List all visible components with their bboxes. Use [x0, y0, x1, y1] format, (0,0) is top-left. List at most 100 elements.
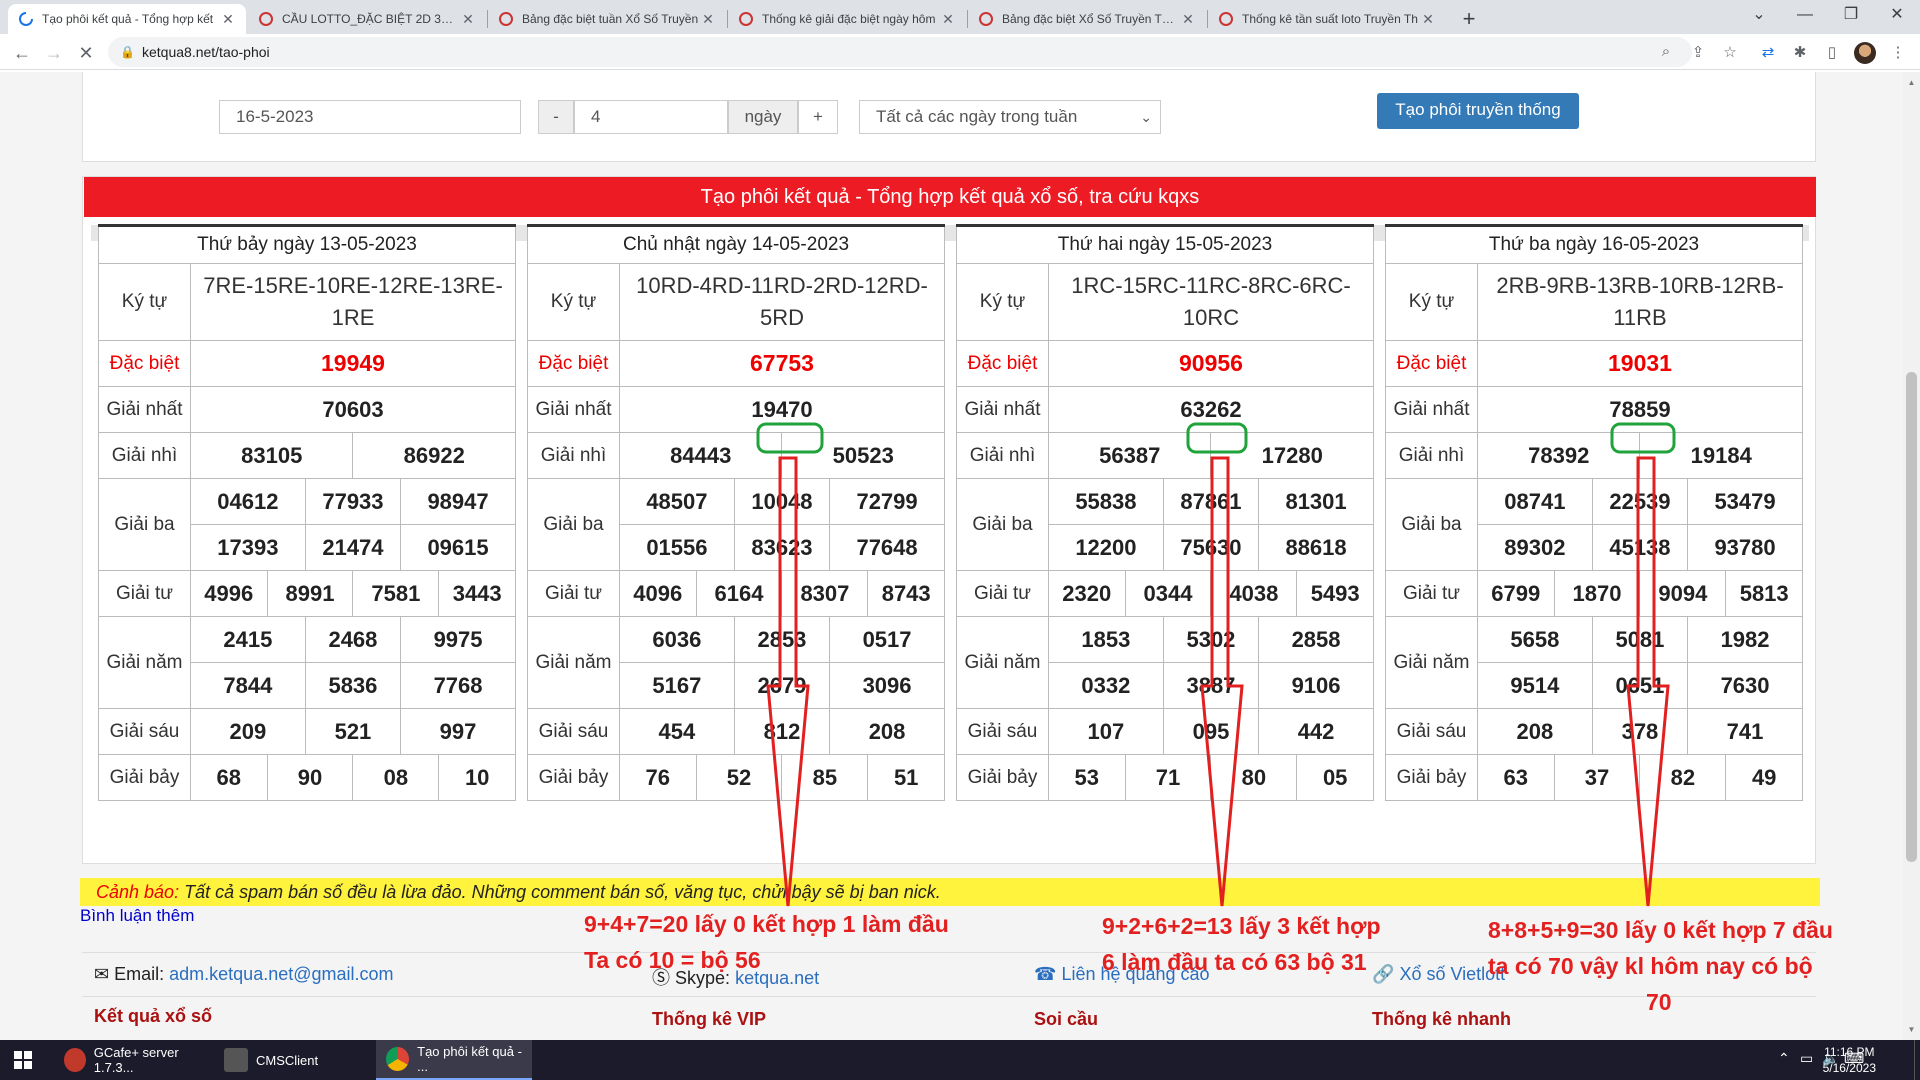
prize-number: 05: [1296, 754, 1374, 801]
network-icon[interactable]: ▭: [1800, 1050, 1813, 1067]
table-row: Đặc biệt 67753: [527, 340, 945, 387]
prize-label: Giải sáu: [98, 708, 191, 755]
prize-number: 84443: [618, 432, 783, 479]
taskbar-item-gcafe[interactable]: GCafe+ server 1.7.3...: [54, 1040, 210, 1080]
prize-number: 5081: [1591, 616, 1689, 663]
close-window-button[interactable]: ✕: [1874, 0, 1920, 34]
annotation-note-3: 8+8+5+9=30 lấy 0 kết hợp 7 đầu ta có 70 …: [1488, 912, 1833, 1020]
close-tab-icon[interactable]: ✕: [1180, 11, 1196, 28]
prize-number: 9106: [1258, 662, 1374, 709]
special-prize: 19949: [190, 340, 516, 387]
result-table: Chủ nhật ngày 14-05-2023 Ký tự 10RD-4RD-11…: [527, 224, 945, 801]
prize-label: Giải sáu: [527, 708, 620, 755]
prize-number: 3887: [1162, 662, 1260, 709]
prize-number: 9514: [1477, 662, 1593, 709]
days-input[interactable]: 4: [574, 100, 728, 134]
email-link[interactable]: adm.ketqua.net@gmail.com: [169, 964, 393, 984]
draw-date-header: Thứ hai ngày 15-05-2023: [956, 224, 1374, 264]
create-traditional-button[interactable]: Tạo phôi truyền thống: [1377, 93, 1579, 129]
table-row: Ký tự 7RE-15RE-10RE-12RE-13RE-1RE: [98, 263, 516, 341]
footer-heading-kqxs[interactable]: Kết quả xổ số: [94, 1006, 212, 1027]
site-favicon-icon: [979, 12, 993, 26]
taskbar-item-label: GCafe+ server 1.7.3...: [93, 1045, 179, 1075]
taskbar-item-chrome[interactable]: Tạo phôi kết quả - ...: [376, 1040, 532, 1080]
tab-tao-phoi[interactable]: Tạo phôi kết quả - Tổng hợp kết ✕: [8, 4, 246, 34]
extensions-icon[interactable]: ✱: [1786, 39, 1814, 67]
date-input[interactable]: 16-5-2023: [219, 100, 521, 134]
menu-dots-icon[interactable]: ⋮: [1884, 39, 1912, 67]
weekday-select[interactable]: Tất cả các ngày trong tuần ⌄: [859, 100, 1161, 134]
prize-number: 442: [1258, 708, 1374, 755]
decrease-days-button[interactable]: -: [538, 100, 574, 134]
prize-number: 55838: [1048, 478, 1164, 525]
tab-thong-ke-tan-suat[interactable]: Thống kê tần suất loto Truyền Th ✕: [1208, 4, 1446, 34]
close-tab-icon[interactable]: ✕: [940, 11, 956, 28]
table-row: Giải năm 1853 5302 2858: [956, 616, 1374, 709]
tab-cau-lotto[interactable]: CẦU LOTTO_ĐẶC BIỆT 2D 3D 4D ✕: [248, 4, 486, 34]
side-panel-icon[interactable]: ▯: [1818, 39, 1846, 67]
close-tab-icon[interactable]: ✕: [700, 11, 716, 28]
minimize-button[interactable]: —: [1782, 0, 1828, 34]
phone-icon: ☎: [1034, 964, 1057, 984]
bookmark-star-icon[interactable]: ☆: [1716, 39, 1744, 67]
prize-number: 85: [781, 754, 869, 801]
back-arrow-icon[interactable]: ←: [8, 39, 36, 67]
prize-label: Ký tự: [98, 263, 191, 341]
share-icon[interactable]: ⇪: [1684, 39, 1712, 67]
prize-number: 5813: [1725, 570, 1803, 617]
prize-number: 71: [1124, 754, 1212, 801]
annotation-line: ta có 70 vậy kl hôm nay có bộ: [1488, 953, 1813, 979]
translate-icon[interactable]: ⇄: [1754, 39, 1782, 67]
site-favicon-icon: [499, 12, 513, 26]
scrollbar-thumb[interactable]: [1906, 372, 1917, 862]
prize-label: Giải nhất: [98, 386, 191, 433]
prize-number: 8991: [266, 570, 354, 617]
footer-heading-soi-cau[interactable]: Soi cầu: [1034, 1009, 1098, 1030]
tab-bang-dac-biet-tuan[interactable]: Bảng đặc biệt tuần Xổ Số Truyền ✕: [488, 4, 726, 34]
tab-thong-ke-giai-dac-biet[interactable]: Thống kê giải đặc biệt ngày hôm ✕: [728, 4, 966, 34]
table-header-row: Thứ bảy ngày 13-05-2023: [98, 224, 516, 264]
close-tab-icon[interactable]: ✕: [1420, 11, 1436, 28]
profile-avatar[interactable]: [1854, 42, 1876, 64]
prize-number: 98947: [400, 478, 516, 525]
footer-heading-vip[interactable]: Thống kê VIP: [652, 1009, 766, 1030]
address-bar[interactable]: 🔒 ketqua8.net/tao-phoi ⌕: [108, 37, 1692, 67]
tab-search-icon[interactable]: ⌄: [1736, 0, 1782, 34]
stop-loading-icon[interactable]: ✕: [72, 39, 100, 67]
prize-number: 1853: [1048, 616, 1164, 663]
url-text[interactable]: ketqua8.net/tao-phoi: [142, 37, 270, 67]
prize-number: 21474: [304, 524, 402, 571]
prize-number: 2858: [1258, 616, 1374, 663]
more-comments-link[interactable]: Bình luận thêm: [80, 906, 194, 926]
show-desktop-button[interactable]: [1914, 1040, 1920, 1080]
close-tab-icon[interactable]: ✕: [220, 11, 236, 28]
taskbar-item-cmsclient[interactable]: CMSClient: [214, 1040, 370, 1080]
forward-arrow-icon[interactable]: →: [40, 39, 68, 67]
new-tab-button[interactable]: +: [1455, 5, 1483, 33]
tray-chevron-icon[interactable]: ⌃: [1778, 1050, 1790, 1067]
clock-date: 5/16/2023: [1822, 1061, 1876, 1075]
scroll-up-icon[interactable]: ▲: [1907, 78, 1916, 87]
prize-number: 0517: [829, 616, 945, 663]
table-row: Giải bảy 63 37 82 49: [1385, 754, 1803, 801]
prize-label: Ký tự: [956, 263, 1049, 341]
close-tab-icon[interactable]: ✕: [460, 11, 476, 28]
page-scrollbar[interactable]: ▲ ▼: [1903, 72, 1920, 1040]
prize-number: 4996: [190, 570, 268, 617]
draw-code: 2RB-9RB-13RB-10RB-12RB-11RB: [1477, 263, 1803, 341]
annotation-line: 9+4+7=20 lấy 0 kết hợp 1 làm đầu: [584, 911, 949, 937]
prize-number: 208: [1477, 708, 1593, 755]
maximize-button[interactable]: ❐: [1828, 0, 1874, 34]
prize-number: 0651: [1591, 662, 1689, 709]
tab-bang-dac-biet[interactable]: Bảng đặc biệt Xổ Số Truyền Thốn ✕: [968, 4, 1206, 34]
prize-number: 80: [1210, 754, 1298, 801]
increase-days-button[interactable]: +: [798, 100, 838, 134]
special-prize: 90956: [1048, 340, 1374, 387]
table-row: Giải bảy 76 52 85 51: [527, 754, 945, 801]
zoom-icon[interactable]: ⌕: [1652, 38, 1680, 66]
system-clock[interactable]: 11:16 PM 5/16/2023: [1823, 1044, 1876, 1076]
prize-number: 6164: [695, 570, 783, 617]
scroll-down-icon[interactable]: ▼: [1907, 1025, 1916, 1034]
prize-number: 5658: [1477, 616, 1593, 663]
start-button[interactable]: [0, 1040, 48, 1080]
